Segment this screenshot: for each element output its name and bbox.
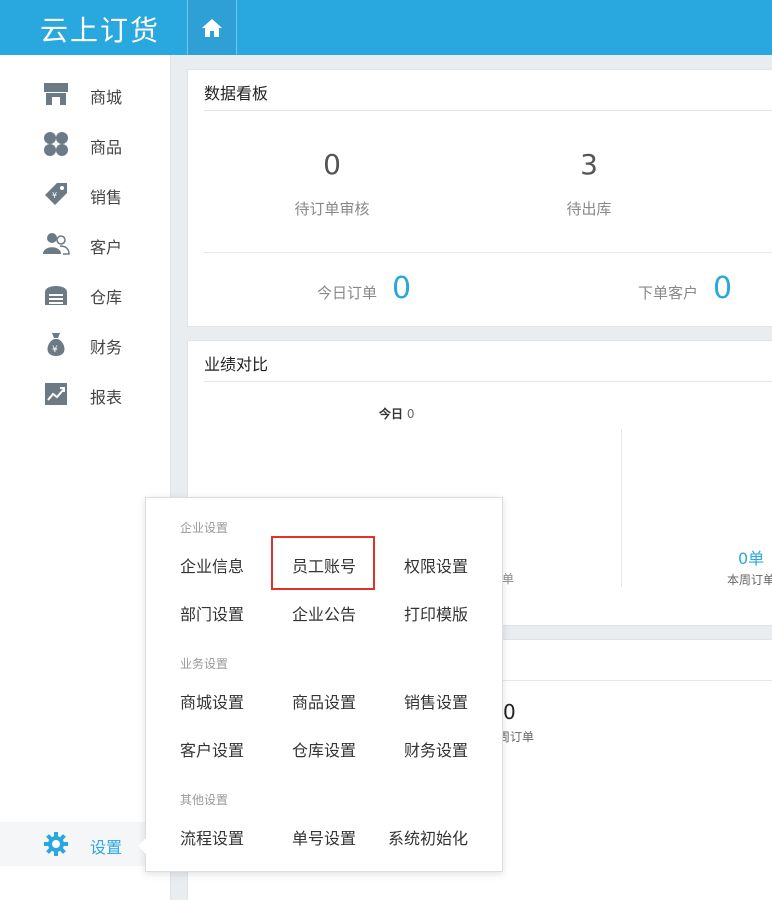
- sidebar-item-label: 财务: [90, 338, 123, 357]
- top-bar: 云上订货: [0, 0, 772, 55]
- sidebar-item-warehouse[interactable]: 仓库: [0, 272, 170, 316]
- pending-review-label: 待订单审核: [294, 200, 370, 218]
- menu-item-finance-settings[interactable]: 财务设置: [404, 737, 468, 761]
- sidebar-item-store[interactable]: 商城: [0, 72, 170, 116]
- sidebar-item-sales[interactable]: ¥ 销售: [0, 172, 170, 216]
- pending-shipment-count[interactable]: 3: [529, 148, 649, 181]
- sidebar-item-label: 销售: [90, 188, 123, 207]
- menu-item-company-info[interactable]: 企业信息: [180, 553, 244, 577]
- svg-text:¥: ¥: [52, 191, 57, 200]
- week-orders-value[interactable]: 0单: [738, 545, 764, 569]
- performance-title: 业绩对比: [204, 355, 269, 374]
- menu-arrow: [138, 838, 146, 854]
- menu-item-warehouse-settings[interactable]: 仓库设置: [292, 737, 356, 761]
- menu-item-sales-settings[interactable]: 销售设置: [404, 689, 468, 713]
- menu-item-workflow-settings[interactable]: 流程设置: [180, 825, 244, 849]
- warehouse-icon: [45, 286, 67, 305]
- divider: [204, 110, 772, 111]
- section-other-title: 其他设置: [180, 793, 229, 807]
- menu-item-system-init[interactable]: 系统初始化: [388, 825, 468, 849]
- dashboard-card: 数据看板 0 待订单审核 3 待出库 今日订单 0 下单客户 0: [187, 69, 772, 327]
- third-card-value: 0: [503, 700, 516, 724]
- menu-item-staff-accounts[interactable]: 员工账号: [292, 553, 356, 577]
- sidebar-item-label: 仓库: [90, 288, 123, 307]
- third-card-label: 周订单: [498, 730, 535, 744]
- pending-shipment-label: 待出库: [566, 200, 612, 218]
- dashboard-title: 数据看板: [204, 84, 269, 103]
- vertical-divider: [621, 429, 622, 587]
- menu-item-customer-settings[interactable]: 客户设置: [180, 737, 244, 761]
- store-icon: [44, 83, 68, 105]
- sidebar-item-reports[interactable]: 报表: [0, 372, 170, 416]
- menu-item-permissions[interactable]: 权限设置: [404, 553, 468, 577]
- left-unit-label: 单: [502, 572, 515, 586]
- today-orders-label: 今日订单: [317, 284, 378, 302]
- sidebar-item-finance[interactable]: ¥ 财务: [0, 322, 170, 366]
- menu-item-departments[interactable]: 部门设置: [180, 601, 244, 625]
- menu-item-print-templates[interactable]: 打印模版: [404, 601, 468, 625]
- users-icon: [43, 233, 70, 255]
- app-logo: 云上订货: [40, 14, 161, 47]
- menu-item-goods-settings[interactable]: 商品设置: [292, 689, 356, 713]
- today-label: 今日: [379, 407, 404, 421]
- pending-review-count[interactable]: 0: [272, 148, 392, 181]
- week-orders-label: 本周订单: [727, 573, 772, 587]
- money-bag-icon: ¥: [47, 333, 65, 356]
- sidebar-item-customers[interactable]: 客户: [0, 222, 170, 266]
- home-button[interactable]: [187, 0, 237, 55]
- order-customers-value[interactable]: 0: [713, 271, 732, 306]
- divider: [204, 381, 772, 382]
- section-business-title: 业务设置: [180, 657, 229, 671]
- settings-menu: 企业设置 企业信息 员工账号 权限设置 部门设置 企业公告 打印模版 业务设置 …: [138, 497, 503, 872]
- gear-icon: [44, 832, 68, 856]
- section-enterprise-title: 企业设置: [180, 521, 229, 535]
- menu-item-store-settings[interactable]: 商城设置: [180, 689, 244, 713]
- order-customers-label: 下单客户: [638, 284, 699, 302]
- sidebar-item-label: 报表: [90, 388, 123, 407]
- today-orders-value[interactable]: 0: [392, 271, 411, 306]
- svg-text:¥: ¥: [52, 345, 58, 355]
- sidebar-item-label: 客户: [90, 238, 123, 257]
- today-value: 0: [406, 407, 415, 421]
- tag-icon: ¥: [45, 183, 67, 205]
- today-performance: 今日 0: [379, 405, 414, 422]
- sidebar-item-label: 商品: [90, 138, 123, 157]
- chart-icon: [45, 383, 67, 405]
- menu-item-number-settings[interactable]: 单号设置: [292, 825, 356, 849]
- divider: [204, 252, 772, 253]
- home-icon: [202, 18, 222, 37]
- grid-icon: [44, 132, 68, 156]
- sidebar-item-label: 设置: [90, 838, 123, 857]
- sidebar-item-label: 商城: [90, 88, 123, 107]
- sidebar-item-goods[interactable]: 商品: [0, 122, 170, 166]
- menu-item-announcements[interactable]: 企业公告: [292, 601, 356, 625]
